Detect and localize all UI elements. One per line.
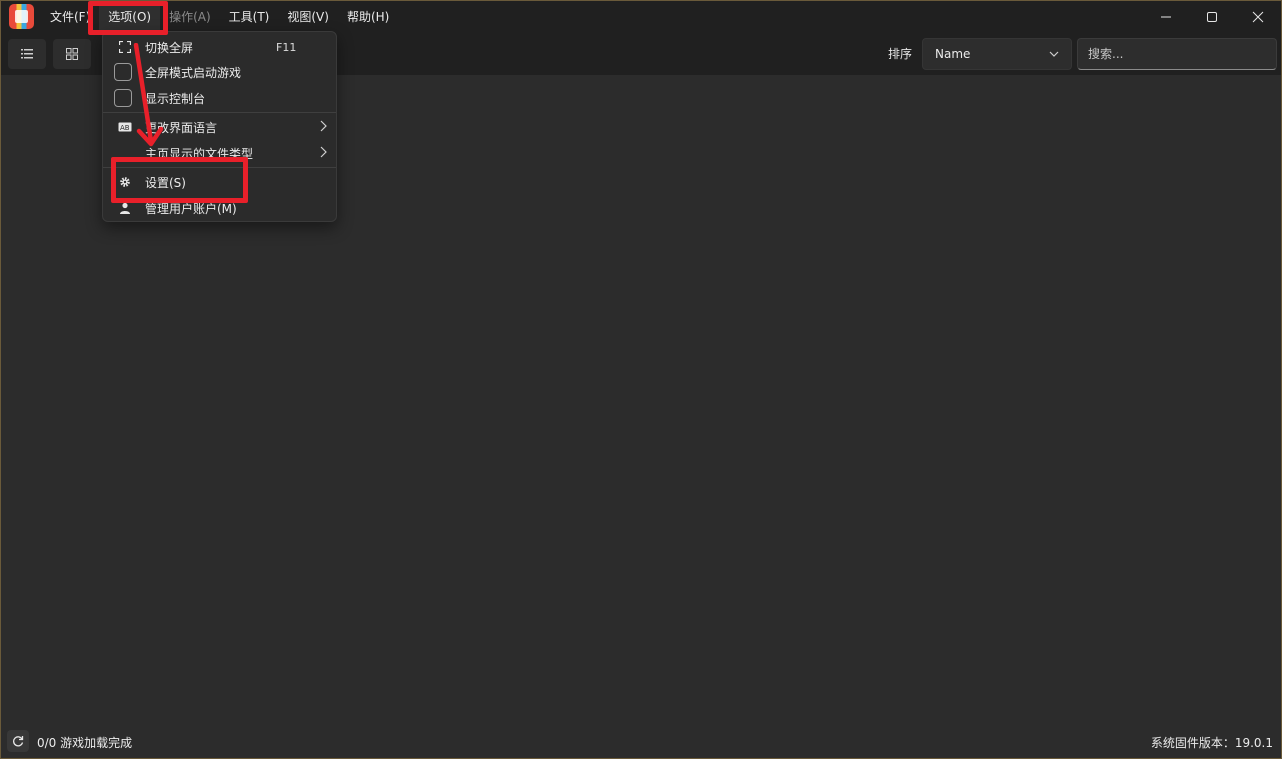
minimize-button[interactable] [1143,1,1189,33]
app-logo [9,4,34,29]
menu-view[interactable]: 视图(V) [278,1,338,33]
refresh-button[interactable] [7,730,29,752]
sort-select-value: Name [935,47,971,61]
refresh-icon [13,736,24,747]
sort-label: 排序 [888,47,913,61]
menu-tools[interactable]: 工具(T) [220,1,279,33]
firmware-version: 系统固件版本：19.0.1 [1150,736,1273,750]
chevron-down-icon [1049,39,1059,80]
chevron-right-icon [320,146,328,161]
search-input[interactable] [1077,38,1277,70]
games-loaded-status: 0/0 游戏加载完成 [37,736,133,750]
close-icon [1252,11,1264,23]
chevron-right-icon [320,120,328,135]
annotation-highlight-settings [111,157,248,203]
grid-view-button[interactable] [53,39,91,69]
annotation-arrow [133,43,164,147]
close-button[interactable] [1235,1,1281,33]
menu-actions[interactable]: 操作(A) [160,1,220,33]
list-icon [21,49,33,59]
window-controls [1143,1,1281,33]
menu-help[interactable]: 帮助(H) [338,1,398,33]
maximize-icon [1207,12,1217,22]
sort-select[interactable]: Name [922,38,1072,70]
grid-icon [66,48,78,60]
list-view-button[interactable] [8,39,46,69]
status-bar: 0/0 游戏加载完成 系统固件版本：19.0.1 [1,728,1281,758]
annotation-highlight-options-menu [88,1,168,35]
minimize-icon [1161,16,1171,18]
app-window: 文件(F) 选项(O) 操作(A) 工具(T) 视图(V) 帮助(H) 排序 N… [0,0,1282,759]
shortcut-label: F11 [276,40,297,54]
title-bar: 文件(F) 选项(O) 操作(A) 工具(T) 视图(V) 帮助(H) [1,1,1281,33]
maximize-button[interactable] [1189,1,1235,33]
